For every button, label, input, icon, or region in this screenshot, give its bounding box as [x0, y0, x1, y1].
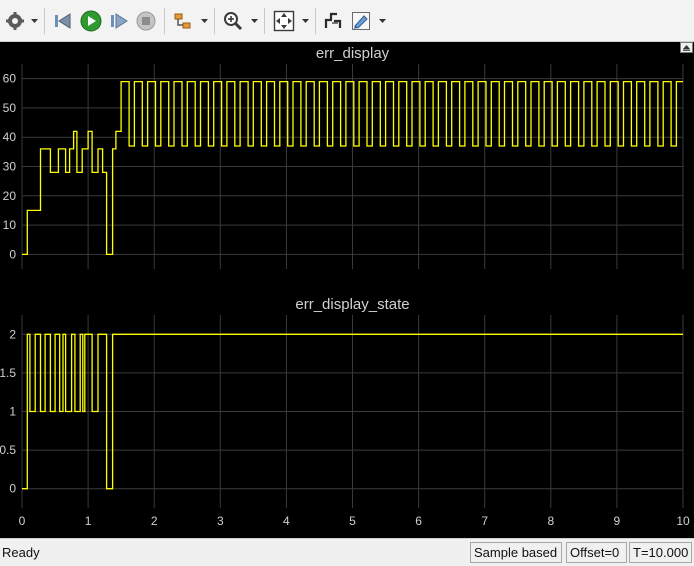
x-tick-label: 6: [415, 514, 422, 528]
y-tick-label: 1.5: [0, 366, 16, 380]
scope-toolbar: [0, 0, 694, 42]
stop-icon: [136, 11, 156, 31]
y-tick-label: 30: [3, 160, 17, 174]
time-indicator: T=10.000: [629, 542, 692, 563]
zoom-in-button[interactable]: [222, 9, 244, 33]
step-back-icon: [55, 13, 71, 29]
offset-indicator: Offset=0: [566, 542, 627, 563]
highlight-pen-icon: [352, 12, 370, 30]
x-tick-label: 9: [614, 514, 621, 528]
toolbar-divider: [44, 8, 45, 34]
sample-mode-indicator: Sample based: [470, 542, 562, 563]
status-ready: Ready: [2, 545, 40, 560]
chevron-down-icon[interactable]: [379, 17, 386, 24]
zoom-in-icon: [224, 12, 243, 31]
chevron-down-icon[interactable]: [31, 17, 38, 24]
toolbar-divider: [214, 8, 215, 34]
highlight-pen-button[interactable]: [350, 9, 372, 33]
settings-icon: [6, 12, 24, 30]
run-icon: [80, 10, 102, 32]
cursor-measure-icon: [324, 12, 342, 28]
y-tick-label: 20: [3, 189, 17, 203]
plot-title: err_display_state: [295, 296, 409, 313]
x-tick-label: 2: [151, 514, 158, 528]
chevron-down-icon[interactable]: [251, 17, 258, 24]
y-tick-label: 50: [3, 101, 17, 115]
step-back-button[interactable]: [52, 9, 74, 33]
signal-selector-icon: [174, 13, 191, 29]
toolbar-divider: [264, 8, 265, 34]
scope-plots: err_display0102030405060err_display_stat…: [0, 45, 690, 528]
chevron-down-icon[interactable]: [302, 17, 309, 24]
status-bar: Ready Sample based Offset=0 T=10.000: [0, 538, 694, 566]
y-tick-label: 40: [3, 130, 17, 144]
x-tick-label: 10: [676, 514, 690, 528]
autoscale-icon: [273, 10, 295, 32]
y-tick-label: 2: [9, 327, 16, 341]
toolbar-divider: [315, 8, 316, 34]
y-tick-label: 60: [3, 72, 17, 86]
y-tick-label: 10: [3, 218, 17, 232]
cursor-measure-button[interactable]: [322, 9, 344, 33]
step-forward-icon: [111, 13, 128, 29]
y-tick-label: 0: [9, 247, 16, 261]
run-button[interactable]: [79, 9, 103, 33]
x-tick-label: 4: [283, 514, 290, 528]
plot-title: err_display: [316, 45, 390, 62]
x-tick-label: 0: [19, 514, 26, 528]
step-forward-button[interactable]: [108, 9, 130, 33]
x-tick-label: 3: [217, 514, 224, 528]
x-tick-label: 5: [349, 514, 356, 528]
settings-button[interactable]: [4, 9, 26, 33]
x-tick-label: 1: [85, 514, 92, 528]
x-tick-label: 7: [481, 514, 488, 528]
autoscale-button[interactable]: [272, 9, 296, 33]
toolbar-divider: [164, 8, 165, 34]
chevron-down-icon[interactable]: [201, 17, 208, 24]
y-tick-label: 0.5: [0, 443, 16, 457]
x-tick-label: 8: [547, 514, 554, 528]
y-tick-label: 1: [9, 405, 16, 419]
signal-selector-button[interactable]: [172, 9, 194, 33]
stop-button[interactable]: [135, 9, 157, 33]
scope-display[interactable]: err_display 0 10 20 30 40 50 60 err_display_stat…: [0, 42, 694, 538]
y-tick-label: 0: [9, 482, 16, 496]
